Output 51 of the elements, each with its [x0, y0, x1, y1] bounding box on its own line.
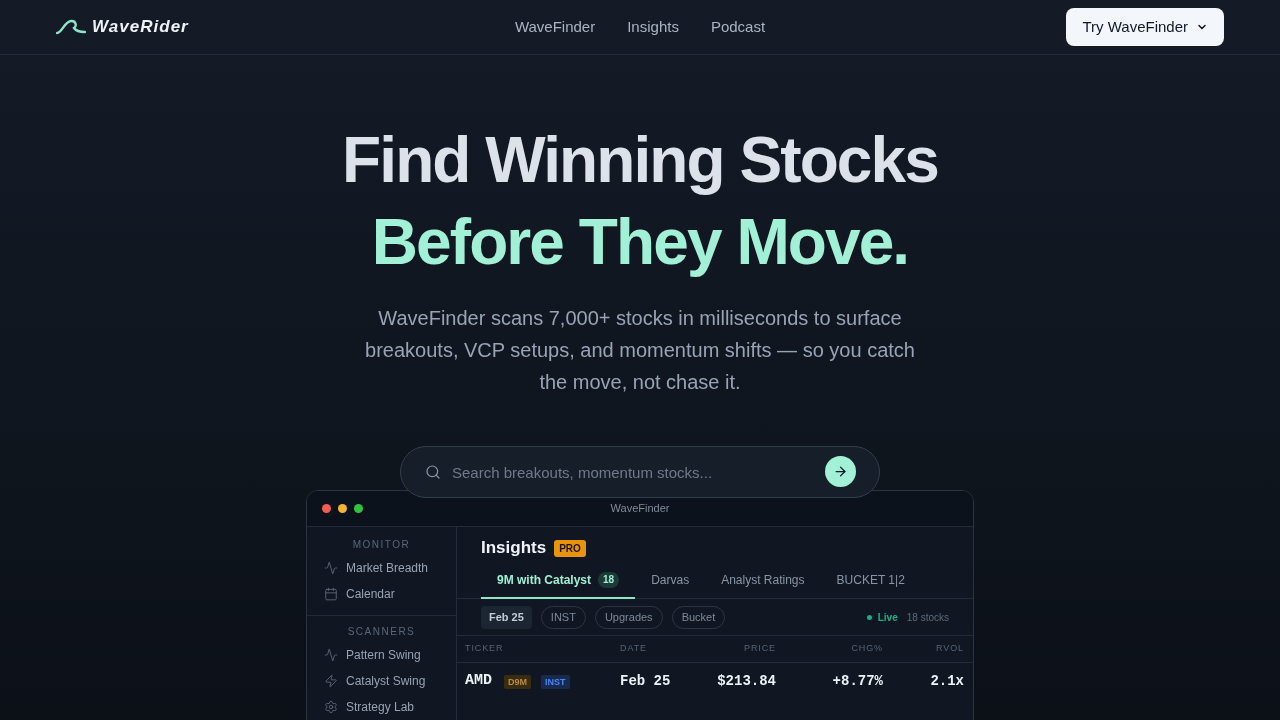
arrow-right-icon — [833, 464, 848, 479]
filter-chip[interactable]: Feb 25 — [481, 605, 532, 629]
nav-link[interactable]: Podcast — [710, 15, 766, 39]
tab[interactable]: Analyst Ratings — [705, 562, 821, 599]
minimize-dot-icon — [338, 504, 347, 513]
count-badge: 18 — [598, 571, 620, 588]
headline: Find Winning Stocks — [342, 123, 938, 198]
search-field[interactable]: Search breakouts, momentum stocks... — [400, 446, 880, 498]
table-cell-text: +8.77% — [831, 672, 883, 691]
window-title: WaveFinder — [610, 501, 670, 517]
table-cell-text: 2.1x — [929, 672, 964, 691]
ticker-symbol: AMD — [465, 671, 492, 692]
try-wavefinder-button[interactable]: Try WaveFinder — [1066, 8, 1224, 46]
sidebar-item[interactable]: Market Breadth — [307, 555, 456, 581]
tab[interactable]: Darvas — [635, 562, 706, 599]
sidebar-section-heading: MONITOR — [351, 539, 412, 551]
sidebar-item[interactable]: Calendar — [307, 581, 456, 607]
sidebar-item[interactable]: Catalyst Swing — [307, 668, 456, 694]
headline-accent: Before They Move. — [371, 205, 909, 280]
activity-icon — [324, 561, 338, 575]
live-label: Live — [877, 610, 898, 625]
activity-icon — [324, 648, 338, 662]
column-header: PRICE — [743, 642, 776, 656]
tag: D9M — [504, 674, 532, 689]
table-cell-text: Feb 25 — [620, 672, 672, 691]
tab[interactable]: 9M with Catalyst 18 — [481, 562, 636, 599]
pro-badge: PRO — [554, 539, 586, 557]
tag: INST — [541, 674, 570, 689]
brand-name[interactable]: WaveRider — [92, 14, 189, 40]
maximize-dot-icon — [354, 504, 363, 513]
gear-icon — [324, 700, 338, 714]
table-cell-text: $213.84 — [716, 672, 776, 691]
column-header: CHG% — [850, 642, 883, 656]
lightning-icon — [324, 674, 338, 688]
panel-title: Insights — [481, 537, 547, 560]
status-dot-icon — [866, 614, 872, 620]
nav-link[interactable]: Insights — [627, 15, 679, 39]
search-icon — [425, 464, 441, 480]
wave-logo-icon — [56, 19, 86, 35]
column-header: RVOL — [935, 642, 964, 656]
calendar-icon — [324, 587, 338, 601]
sidebar-section-heading: SCANNERS — [346, 626, 417, 638]
tab[interactable]: BUCKET 1|2 — [820, 562, 921, 599]
column-header: DATE — [620, 642, 648, 656]
close-dot-icon — [322, 504, 331, 513]
stock-count: 18 stocks — [906, 610, 949, 625]
column-header: TICKER — [465, 642, 505, 656]
sidebar-item[interactable]: Pattern Swing — [307, 642, 456, 668]
nav-link[interactable]: WaveFinder — [514, 15, 596, 39]
sidebar-item[interactable]: Strategy Lab — [307, 694, 456, 720]
hero-subtitle: WaveFinder scans 7,000+ stocks in milliseconds to surface breakouts, VCP setups, and momentum shifts — so you catch the move, not chase it. — [364, 306, 916, 395]
